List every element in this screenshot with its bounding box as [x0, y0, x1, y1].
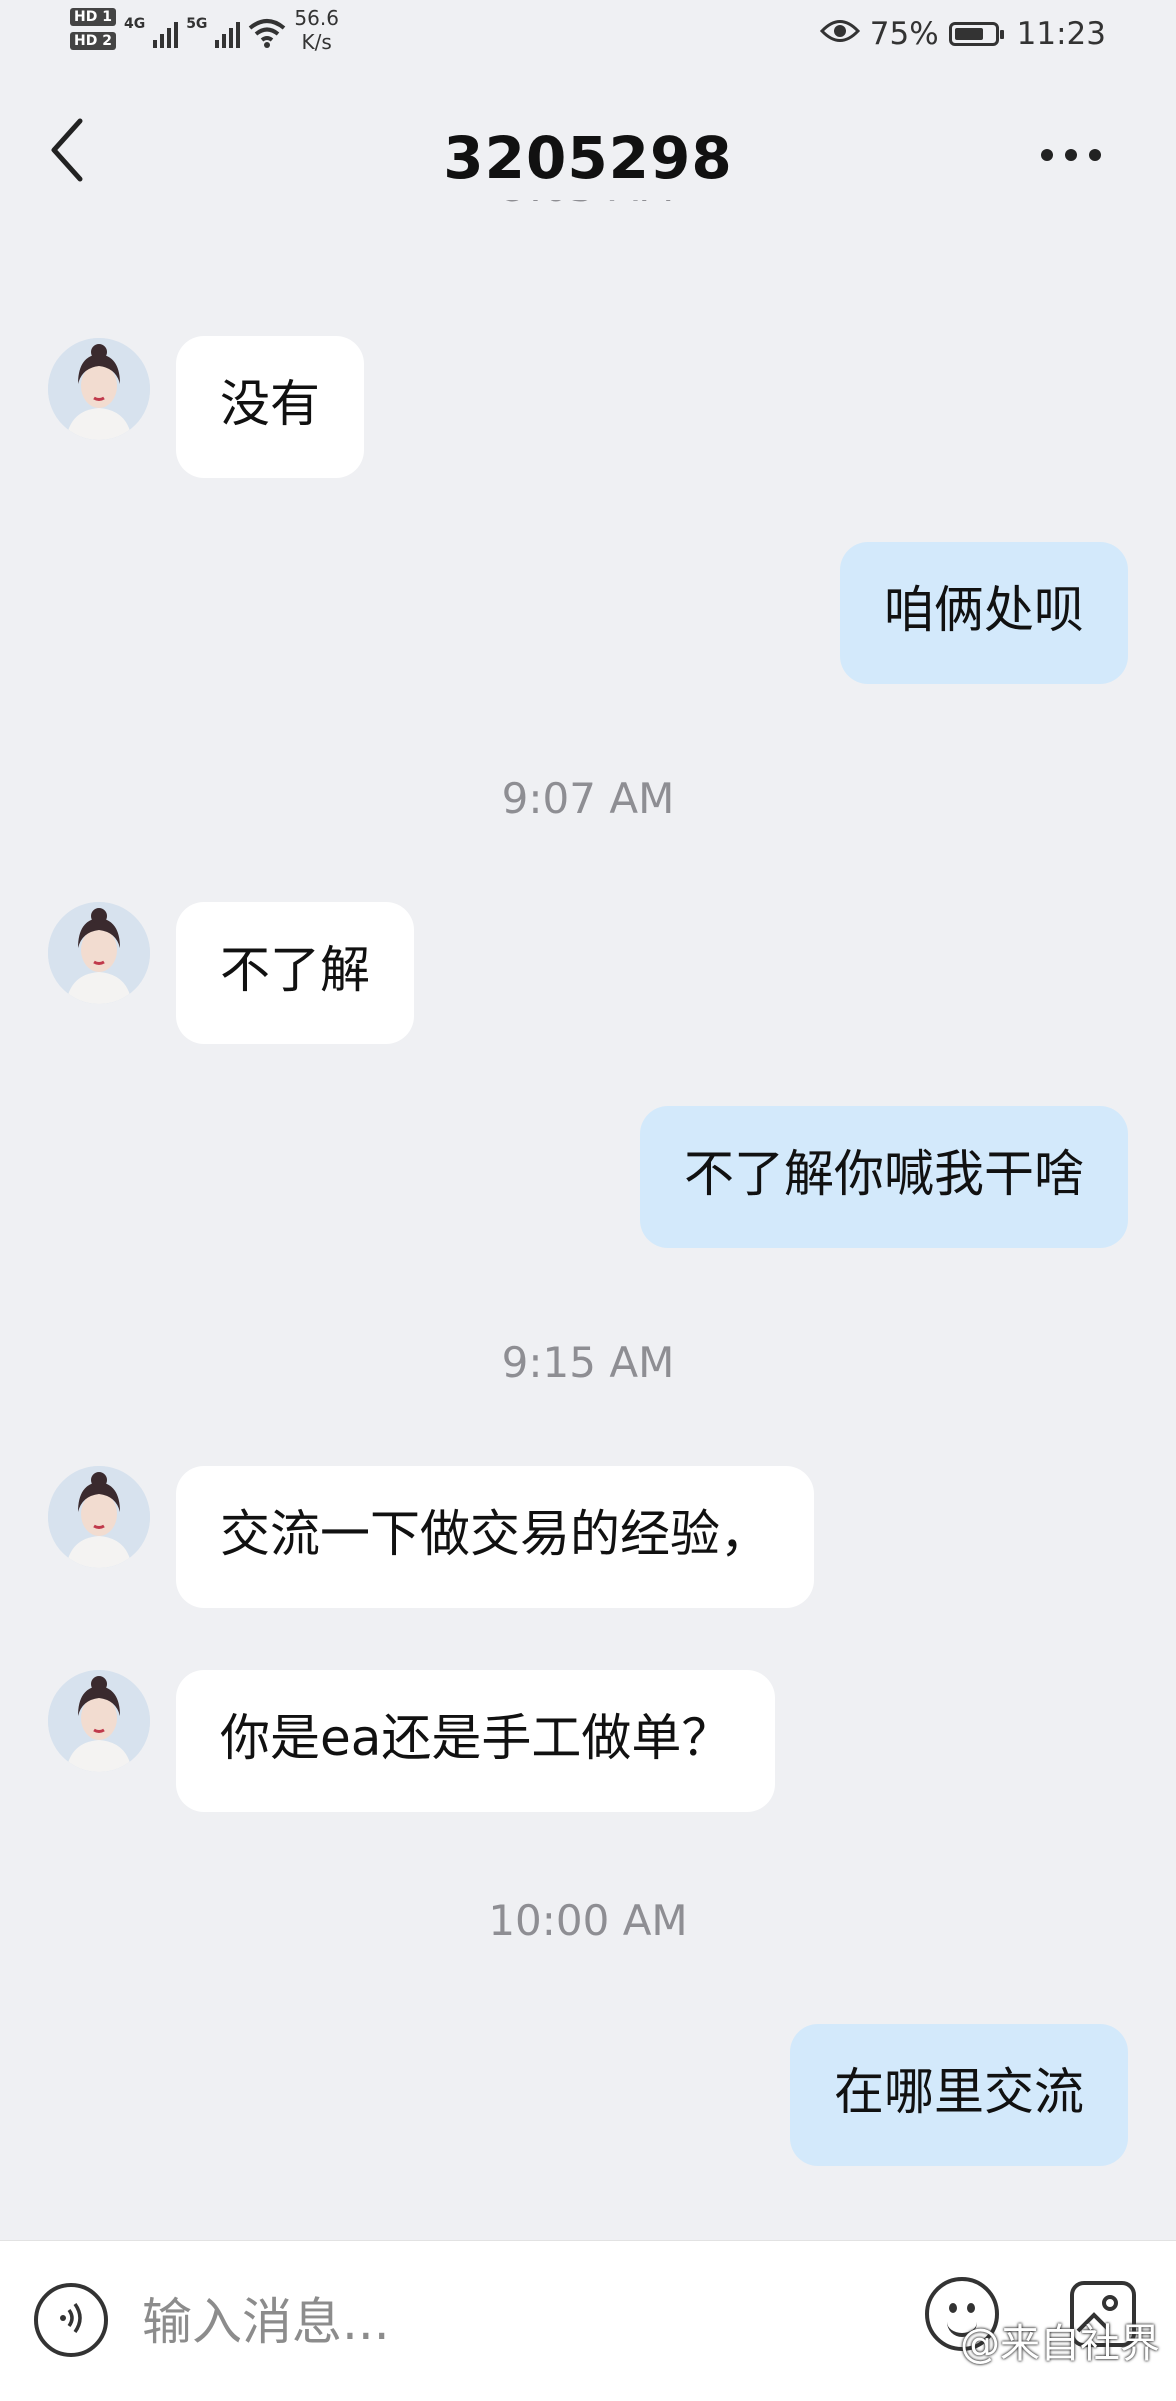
hd1-badge: HD 1: [70, 8, 116, 26]
timestamp: 9:05 AM: [0, 200, 1176, 211]
battery-fill: [954, 28, 984, 40]
message-bubble[interactable]: 没有: [176, 336, 364, 478]
message-bubble[interactable]: 在哪里交流: [790, 2024, 1128, 2166]
wifi-icon: [248, 18, 286, 52]
avatar[interactable]: [48, 338, 150, 440]
more-dots-icon: [1065, 149, 1077, 161]
voice-button[interactable]: [34, 2283, 108, 2357]
status-left: HD 1 HD 2 4G 5G 56.6 K/s: [70, 6, 339, 54]
status-bar: HD 1 HD 2 4G 5G 56.6 K/s 75% 11:23: [0, 0, 1176, 70]
input-bar: @来自社界: [0, 2240, 1176, 2401]
more-dots-icon: [1041, 149, 1053, 161]
timestamp: 10:00 AM: [488, 1896, 688, 1945]
battery-percent: 75%: [869, 16, 939, 52]
avatar[interactable]: [48, 902, 150, 1004]
timestamp: 9:15 AM: [501, 1338, 675, 1387]
message-list[interactable]: 9:05 AM 没有 咱俩处呗 9:07 AM 不了解 不了解你喊我干啥 9:1…: [0, 200, 1176, 2240]
signal-icon: [153, 20, 179, 48]
message-input[interactable]: [140, 2281, 894, 2363]
message-bubble[interactable]: 交流一下做交易的经验，: [176, 1466, 814, 1608]
emoji-icon: [949, 2303, 957, 2313]
status-right: 75% 11:23: [819, 16, 1106, 52]
network-type-1: 4G: [123, 16, 146, 32]
message-bubble[interactable]: 不了解你喊我干啥: [640, 1106, 1128, 1248]
more-dots-icon: [1089, 149, 1101, 161]
signal-icon: [215, 20, 241, 48]
more-options-button[interactable]: [1026, 120, 1116, 190]
hd2-badge: HD 2: [70, 32, 116, 50]
avatar[interactable]: [48, 1670, 150, 1772]
chat-title: 3205298: [443, 124, 733, 192]
battery-icon: [948, 22, 1004, 46]
message-bubble[interactable]: 不了解: [176, 902, 414, 1044]
message-bubble[interactable]: 你是ea还是手工做单？: [176, 1670, 776, 1812]
watermark: @来自社界: [960, 2321, 1160, 2367]
hd-indicators: HD 1 HD 2: [70, 8, 116, 50]
speed-unit: K/s: [301, 30, 332, 54]
network-speed: 56.6 K/s: [294, 6, 339, 54]
network-type-2: 5G: [186, 16, 208, 32]
speed-value: 56.6: [294, 6, 339, 30]
eye-icon: [819, 16, 860, 52]
timestamp: 9:07 AM: [501, 774, 675, 823]
voice-icon: [51, 2298, 91, 2342]
message-bubble[interactable]: 咱俩处呗: [840, 542, 1128, 684]
avatar[interactable]: [48, 1466, 150, 1568]
clock: 11:23: [1016, 16, 1106, 52]
